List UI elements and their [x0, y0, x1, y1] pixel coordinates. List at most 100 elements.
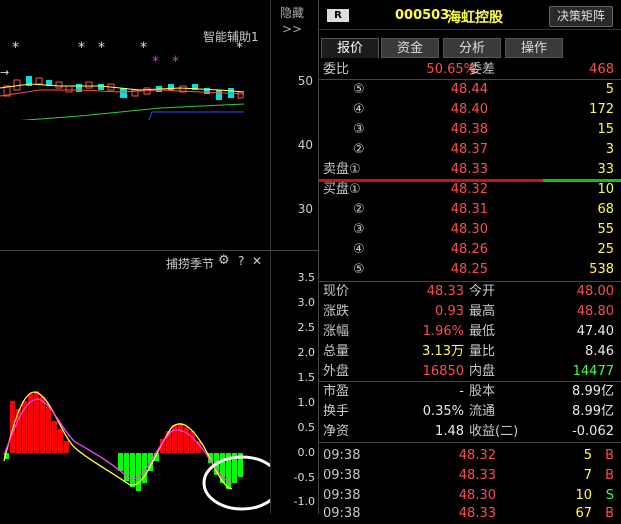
stat-row: 现价 48.33 今开 48.00 — [319, 282, 621, 302]
fund-value: -0.062 — [572, 424, 614, 439]
red-bars — [10, 391, 201, 453]
osc-tick: 1.0 — [297, 396, 316, 409]
sell-row[interactable]: ② 48.37 3 — [319, 140, 621, 160]
sell-volume: 5 — [605, 82, 614, 97]
weicha-label: 委差 — [469, 62, 496, 77]
price-tick: 40 — [297, 138, 313, 152]
sell-level: ③ — [353, 122, 365, 137]
buy-row[interactable]: ⑤ 48.25 538 — [319, 260, 621, 280]
price-tick: 50 — [297, 74, 313, 88]
tick-volume: 10 — [575, 488, 592, 503]
tick-price: 48.33 — [458, 506, 496, 521]
sell-volume: 15 — [597, 122, 614, 137]
stat-value: 48.00 — [576, 284, 614, 299]
buy-price: 48.26 — [450, 242, 488, 257]
stat-row: 外盘 16850 内盘 14477 — [319, 362, 621, 382]
stat-label: 总量 — [323, 344, 350, 359]
stat-value: 47.40 — [576, 324, 614, 339]
sell-level: 卖盘① — [323, 162, 361, 177]
tick-direction: B — [605, 506, 614, 521]
tick-row: 09:38 48.33 67 B — [319, 504, 621, 524]
sell-row[interactable]: ⑤ 48.44 5 — [319, 80, 621, 100]
matrix-button[interactable]: 决策矩阵 — [549, 6, 613, 27]
kline-pane[interactable]: 智能辅助1 隐藏>> * * * * * * * → 50 40 30 — [0, 0, 319, 251]
osc-tick: 1.5 — [297, 371, 316, 384]
weibi-label: 委比 — [323, 62, 350, 77]
osc-tick: 2.0 — [297, 346, 316, 359]
quote-panel: R 000503 海虹控股 决策矩阵 报价 资金 分析 操作 委比 50.65%… — [318, 0, 621, 521]
osc-tick: -0.5 — [293, 471, 315, 484]
stat-value: 3.13万 — [422, 344, 464, 359]
stat-label: 涨跌 — [323, 304, 350, 319]
fund-value: 8.99亿 — [572, 404, 614, 419]
sell-price: 48.40 — [450, 102, 488, 117]
fund-label: 市盈 — [323, 384, 350, 399]
tick-row: 09:38 48.30 10 S — [319, 486, 621, 506]
osc-tick: 3.0 — [297, 296, 316, 309]
buy-row[interactable]: ④ 48.26 25 — [319, 240, 621, 260]
osc-tick: -1.0 — [293, 495, 315, 508]
sell-row[interactable]: 卖盘① 48.33 33 — [319, 160, 621, 180]
stat-label: 内盘 — [469, 364, 496, 379]
buy-level: ④ — [353, 242, 365, 257]
buy-volume: 25 — [597, 242, 614, 257]
arrow-label: → — [0, 66, 10, 79]
osc-tick: 3.5 — [297, 271, 316, 284]
price-axis: 50 40 30 — [270, 0, 319, 250]
buy-row[interactable]: 买盘① 48.32 10 — [319, 180, 621, 200]
osc-tick: 0.5 — [297, 421, 316, 434]
buy-level: ⑤ — [353, 262, 365, 277]
fund-row: 市盈 - 股本 8.99亿 — [319, 382, 621, 402]
oscillator-svg — [3, 391, 270, 511]
weibi-row: 委比 50.65% 委差 468 — [319, 60, 621, 80]
tick-price: 48.33 — [458, 468, 496, 483]
tick-time: 09:38 — [323, 506, 361, 521]
buy-row[interactable]: ② 48.31 68 — [319, 200, 621, 220]
signal-star: * — [78, 40, 85, 56]
tick-row: 09:38 48.32 5 B — [319, 446, 621, 466]
fund-label: 股本 — [469, 384, 496, 399]
sell-row[interactable]: ④ 48.40 172 — [319, 100, 621, 120]
buy-price: 48.25 — [450, 262, 488, 277]
stat-label: 现价 — [323, 284, 350, 299]
stat-value: 1.96% — [422, 324, 464, 339]
stat-value: 0.93 — [435, 304, 464, 319]
buy-volume: 10 — [597, 182, 614, 197]
stat-row: 涨跌 0.93 最高 48.80 — [319, 302, 621, 322]
fund-label: 净资 — [323, 424, 350, 439]
stat-value: 14477 — [572, 364, 614, 379]
stat-label: 量比 — [469, 344, 496, 359]
stat-value: 48.80 — [576, 304, 614, 319]
fund-row: 净资 1.48 收益(二) -0.062 — [319, 422, 621, 442]
chart-area[interactable]: 智能辅助1 隐藏>> * * * * * * * → 50 40 30 捕捞季节… — [0, 0, 318, 514]
stat-value: 16850 — [422, 364, 464, 379]
sell-row[interactable]: ③ 48.38 15 — [319, 120, 621, 140]
buy-price: 48.30 — [450, 222, 488, 237]
fund-label: 换手 — [323, 404, 350, 419]
fund-value: 0.35% — [422, 404, 464, 419]
tick-direction: B — [605, 448, 614, 463]
tab-funds[interactable]: 资金 — [381, 38, 439, 58]
sell-price: 48.33 — [450, 162, 488, 177]
stat-row: 涨幅 1.96% 最低 47.40 — [319, 322, 621, 342]
signal-star: * — [236, 40, 243, 56]
tick-volume: 7 — [583, 468, 592, 483]
tick-time: 09:38 — [323, 468, 361, 483]
stat-label: 最低 — [469, 324, 496, 339]
osc-tick: 0.0 — [297, 446, 316, 459]
stat-row: 总量 3.13万 量比 8.46 — [319, 342, 621, 362]
buy-row[interactable]: ③ 48.30 55 — [319, 220, 621, 240]
stat-label: 外盘 — [323, 364, 350, 379]
buy-price: 48.32 — [450, 182, 488, 197]
tab-analysis[interactable]: 分析 — [443, 38, 501, 58]
fund-value: 8.99亿 — [572, 384, 614, 399]
r-badge: R — [327, 9, 349, 22]
tick-time: 09:38 — [323, 488, 361, 503]
quote-header: R 000503 海虹控股 决策矩阵 — [319, 0, 621, 30]
tab-quote[interactable]: 报价 — [321, 38, 379, 58]
tab-operate[interactable]: 操作 — [505, 38, 563, 58]
oscillator-pane[interactable]: 捕捞季节 ⚙ ? ✕ 3.5 3.0 2.5 2.0 1.5 1.0 0.5 0… — [0, 251, 318, 514]
sell-volume: 3 — [605, 142, 614, 157]
stat-value: 48.33 — [426, 284, 464, 299]
stat-label: 今开 — [469, 284, 496, 299]
